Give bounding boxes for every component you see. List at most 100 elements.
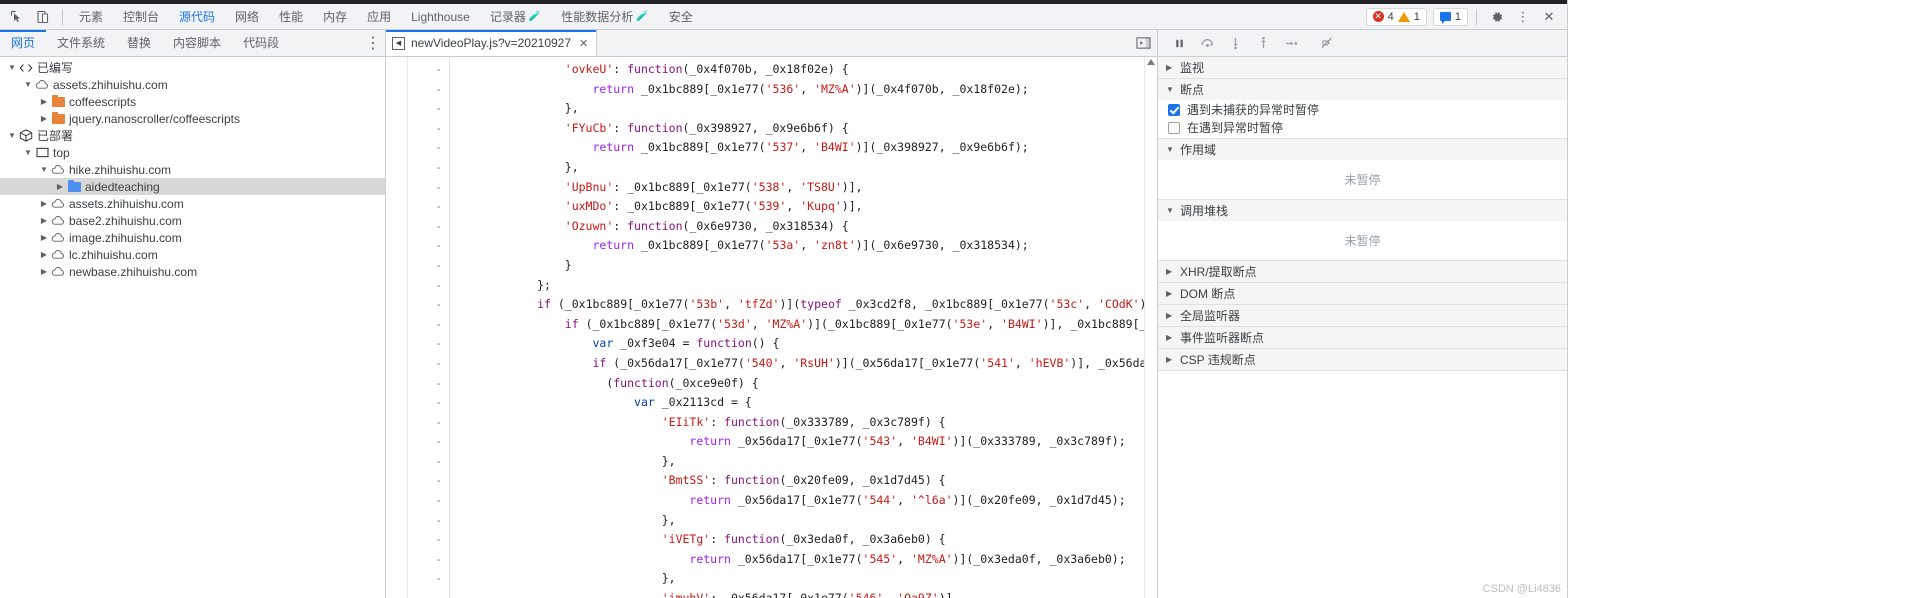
tab-lighthouse[interactable]: Lighthouse [401,4,480,30]
subtab-overrides[interactable]: 替换 [116,30,162,56]
line-number[interactable]: - [408,197,442,217]
tree-item-assets-zhihuishu-com[interactable]: ▶ assets.zhihuishu.com [0,195,385,212]
code-line[interactable]: 'uxMDo': _0x1bc889[_0x1e77('539', 'Kupq'… [454,197,1144,217]
chevron-right-icon[interactable]: ▶ [38,114,50,123]
close-icon[interactable]: ✕ [1537,6,1561,28]
tree-item-base2-zhihuishu-com[interactable]: ▶ base2.zhihuishu.com [0,212,385,229]
tab-sources[interactable]: 源代码 [169,4,225,30]
tab-network[interactable]: 网络 [225,4,269,30]
chevron-down-icon[interactable]: ▼ [38,165,50,174]
line-number[interactable]: - [408,452,442,472]
tree-item-newbase-zhihuishu-com[interactable]: ▶ newbase.zhihuishu.com [0,263,385,280]
section-watch-header[interactable]: ▶ 监视 [1158,57,1567,78]
chevron-down-icon[interactable]: ▼ [22,80,34,89]
code-line[interactable]: 'UpBnu': _0x1bc889[_0x1e77('538', 'TS8U'… [454,178,1144,198]
tree-item-image-zhihuishu-com[interactable]: ▶ image.zhihuishu.com [0,229,385,246]
section-global-listeners-header[interactable]: ▶ 全局监听器 [1158,305,1567,326]
code-line[interactable]: 'ovkeU': function(_0x4f070b, _0x18f02e) … [454,60,1144,80]
tab-recorder[interactable]: 记录器 🧪 [480,4,551,30]
code-line[interactable]: return _0x1bc889[_0x1e77('537', 'B4WI')]… [454,138,1144,158]
chevron-down-icon[interactable]: ▼ [6,131,18,140]
more-options-icon[interactable]: ⋮ [1511,6,1535,28]
tree-item-top[interactable]: ▼ top [0,144,385,161]
gear-icon[interactable] [1485,6,1509,28]
tree-item-[interactable]: ▼ 已部署 [0,127,385,144]
step-button[interactable] [1278,31,1304,55]
line-number[interactable]: - [408,236,442,256]
deactivate-breakpoints-button[interactable] [1314,31,1340,55]
code-line[interactable]: }; [454,276,1144,296]
code-line[interactable]: 'BmtSS': function(_0x20fe09, _0x1d7d45) … [454,471,1144,491]
subtab-content-scripts[interactable]: 内容脚本 [162,30,232,56]
line-number[interactable]: - [408,432,442,452]
chevron-right-icon[interactable]: ▶ [38,267,50,276]
line-number[interactable]: - [408,374,442,394]
code-line[interactable]: }, [454,99,1144,119]
pause-script-button[interactable] [1166,31,1192,55]
code-line[interactable]: } [454,256,1144,276]
code-line[interactable]: if (_0x1bc889[_0x1e77('53d', 'MZ%A')](_0… [454,315,1144,335]
chevron-right-icon[interactable]: ▶ [38,199,50,208]
line-number[interactable]: - [408,354,442,374]
issue-counters[interactable]: ✕ 4 1 [1365,7,1427,26]
code-line[interactable]: 'EIiTk': function(_0x333789, _0x3c789f) … [454,413,1144,433]
line-number[interactable]: - [408,60,442,80]
code-line[interactable]: if (_0x56da17[_0x1e77('540', 'RsUH')](_0… [454,354,1144,374]
line-number[interactable]: - [408,256,442,276]
subtab-snippets[interactable]: 代码段 [232,30,290,56]
code-line[interactable]: }, [454,511,1144,531]
subtab-page[interactable]: 网页 [0,30,46,56]
tab-elements[interactable]: 元素 [69,4,113,30]
code-line[interactable]: var _0x2113cd = { [454,393,1144,413]
chevron-right-icon[interactable]: ▶ [38,233,50,242]
tab-console[interactable]: 控制台 [113,4,169,30]
issues-counter[interactable]: 1 [1432,7,1468,26]
section-event-listener-breakpoints-header[interactable]: ▶ 事件监听器断点 [1158,327,1567,348]
line-number[interactable]: - [408,393,442,413]
pause-on-exceptions-row[interactable]: 在遇到异常时暂停 [1158,119,1567,138]
show-debugger-panel-icon[interactable] [1129,30,1157,56]
line-number[interactable]: - [408,491,442,511]
section-call-stack-header[interactable]: ▼ 调用堆栈 [1158,200,1567,221]
editor-code-content[interactable]: 'ovkeU': function(_0x4f070b, _0x18f02e) … [450,57,1144,598]
chevron-down-icon[interactable]: ▼ [6,63,18,72]
navigator-more-icon[interactable]: ⋮ [361,31,385,55]
line-number[interactable]: - [408,119,442,139]
pause-on-uncaught-exceptions-checkbox[interactable] [1168,103,1180,116]
code-line[interactable]: return _0x1bc889[_0x1e77('536', 'MZ%A')]… [454,80,1144,100]
chevron-right-icon[interactable]: ▶ [54,182,66,191]
tree-item-coffeescripts[interactable]: ▶ coffeescripts [0,93,385,110]
code-line[interactable]: 'iVETg': function(_0x3eda0f, _0x3a6eb0) … [454,530,1144,550]
close-icon[interactable]: ✕ [579,37,588,50]
code-line[interactable]: }, [454,158,1144,178]
line-number[interactable]: - [408,471,442,491]
section-breakpoints-header[interactable]: ▼ 断点 [1158,79,1567,100]
section-xhr-breakpoints-header[interactable]: ▶ XHR/提取断点 [1158,261,1567,282]
chevron-right-icon[interactable]: ▶ [38,97,50,106]
tab-performance[interactable]: 性能 [269,4,313,30]
chevron-right-icon[interactable]: ▶ [38,216,50,225]
step-over-button[interactable] [1194,31,1220,55]
section-csp-violation-breakpoints-header[interactable]: ▶ CSP 违规断点 [1158,349,1567,370]
tab-application[interactable]: 应用 [357,4,401,30]
section-dom-breakpoints-header[interactable]: ▶ DOM 断点 [1158,283,1567,304]
subtab-filesystem[interactable]: 文件系统 [46,30,116,56]
pause-on-exceptions-checkbox[interactable] [1168,121,1180,134]
tree-item-hike-zhihuishu-com[interactable]: ▼ hike.zhihuishu.com [0,161,385,178]
editor-vertical-scrollbar[interactable] [1144,57,1157,598]
tab-performance-insights[interactable]: 性能数据分析 🧪 [551,4,658,30]
tab-memory[interactable]: 内存 [313,4,357,30]
line-number[interactable]: - [408,178,442,198]
section-scope-header[interactable]: ▼ 作用域 [1158,139,1567,160]
tree-item-aidedteaching[interactable]: ▶ aidedteaching [0,178,385,195]
code-line[interactable]: 'FYuCb': function(_0x398927, _0x9e6b6f) … [454,119,1144,139]
line-number[interactable]: - [408,315,442,335]
code-line[interactable]: return _0x56da17[_0x1e77('544', '^l6a')]… [454,491,1144,511]
step-into-button[interactable] [1222,31,1248,55]
line-number[interactable]: - [408,569,442,589]
line-number[interactable]: - [408,511,442,531]
code-line[interactable]: 'Ozuwn': function(_0x6e9730, _0x318534) … [454,217,1144,237]
pause-on-uncaught-exceptions-row[interactable]: 遇到未捕获的异常时暂停 [1158,100,1567,119]
line-number[interactable]: - [408,138,442,158]
line-number[interactable]: - [408,334,442,354]
